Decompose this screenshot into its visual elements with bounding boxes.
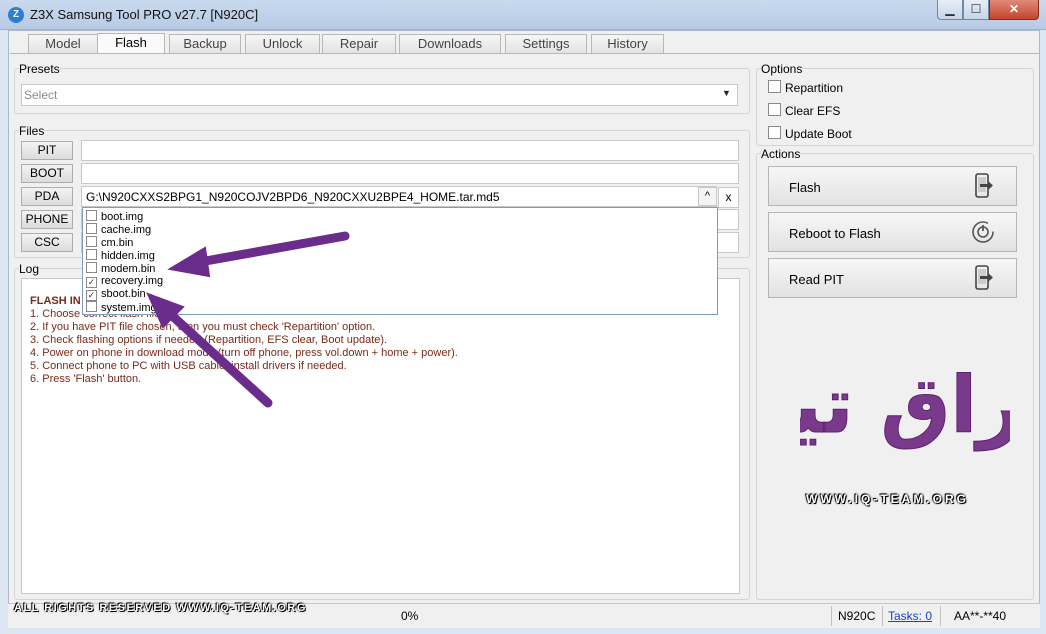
flash-button-label: Flash [789,180,821,195]
iq-team-logo: عراق تيم [800,361,1010,452]
presets-dropdown[interactable] [21,84,738,106]
clear-efs-checkbox[interactable]: Clear EFS [768,103,840,118]
tab-downloads[interactable]: Downloads [399,34,501,53]
list-item[interactable]: system.img [86,301,157,314]
log-line: 6. Press 'Flash' button. [30,373,142,385]
reboot-to-flash-button[interactable]: Reboot to Flash [768,212,1017,252]
log-line: 4. Power on phone in download mode (turn… [30,347,458,359]
tab-flash[interactable]: Flash [97,33,165,54]
phone-arrow-icon [975,173,993,198]
status-divider [882,606,883,626]
boot-button[interactable]: BOOT [21,164,73,183]
maximize-button[interactable]: ☐ [963,0,989,20]
options-label: Options [761,62,803,76]
log-title: FLASH IN [30,295,81,307]
checkbox[interactable] [86,223,97,234]
actions-label: Actions [761,147,801,161]
checkbox[interactable] [86,210,97,221]
repartition-checkbox[interactable]: Repartition [768,80,843,95]
tab-settings[interactable]: Settings [505,34,587,53]
checkbox[interactable] [86,236,97,247]
app-icon: Z [8,7,24,23]
tab-history[interactable]: History [591,34,664,53]
pda-clear-button[interactable]: x [718,187,739,208]
copyright-watermark: ALL RIGHTS RESERVED WWW.IQ-TEAM.ORG [14,602,307,614]
tab-divider [10,53,1040,54]
list-item[interactable]: cm.bin [86,236,133,249]
tab-model[interactable]: Model [28,34,98,53]
minimize-button[interactable]: ▁ [937,0,963,20]
phone-arrow-icon [975,265,993,290]
boot-path-field[interactable] [81,163,739,184]
model-status: N920C [838,609,876,623]
reboot-button-label: Reboot to Flash [789,226,881,241]
dropdown-arrow-icon[interactable]: ▼ [722,88,731,98]
status-divider [940,606,941,626]
flash-button[interactable]: Flash [768,166,1017,206]
window-title: Z3X Samsung Tool PRO v27.7 [N920C] [30,7,259,22]
pda-path-value: G:\N920CXXS2BPG1_N920COJV2BPD6_N920CXXU2… [86,190,500,204]
pda-collapse-button[interactable]: ^ [698,187,717,206]
log-line: 5. Connect phone to PC with USB cable, i… [30,360,347,372]
read-pit-button-label: Read PIT [789,272,844,287]
pit-path-field[interactable] [81,140,739,161]
list-item[interactable]: modem.bin [86,262,155,275]
serial-status: AA**-**40 [954,609,1007,623]
checkbox[interactable] [86,262,97,273]
checkbox[interactable] [86,301,97,312]
status-divider [831,606,832,626]
log-line: 2. If you have PIT file chosen, then you… [30,321,376,333]
files-label: Files [19,124,45,138]
tab-backup[interactable]: Backup [169,34,241,53]
pda-button[interactable]: PDA [21,187,73,206]
pda-partition-list[interactable] [82,207,718,315]
pit-button[interactable]: PIT [21,141,73,160]
log-label: Log [19,262,40,276]
update-boot-checkbox[interactable]: Update Boot [768,126,852,141]
presets-placeholder: Select [24,88,58,102]
tab-repair[interactable]: Repair [322,34,396,53]
checkbox-checked[interactable]: ✓ [86,277,97,288]
list-item[interactable]: cache.img [86,223,151,236]
presets-label: Presets [19,62,60,76]
log-line: 3. Check flashing options if needed (Rep… [30,334,388,346]
progress-text: 0% [401,609,419,623]
checkbox[interactable] [86,249,97,260]
checkbox-checked[interactable]: ✓ [86,290,97,301]
list-item[interactable]: ✓ sboot.bin [86,288,146,301]
tab-unlock[interactable]: Unlock [245,34,320,53]
list-item[interactable]: hidden.img [86,249,155,262]
power-refresh-icon [972,221,994,243]
close-button[interactable]: ✕ [989,0,1039,20]
logo-arabic-text: عراق تيم [800,361,1010,451]
read-pit-button[interactable]: Read PIT [768,258,1017,298]
list-item[interactable]: boot.img [86,210,143,223]
watermark-url: WWW.IQ-TEAM.ORG [806,492,969,506]
phone-button[interactable]: PHONE [21,210,73,229]
tasks-link[interactable]: Tasks: 0 [888,609,932,623]
csc-button[interactable]: CSC [21,233,73,252]
list-item[interactable]: ✓ recovery.img [86,275,163,288]
